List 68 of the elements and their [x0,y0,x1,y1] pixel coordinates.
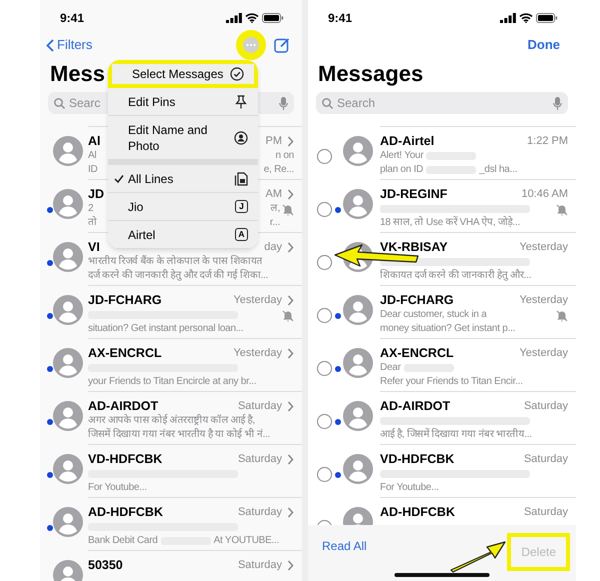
message-preview: For Youtube... [380,481,439,495]
sender-name: AD-AIRDOT [380,398,450,415]
sender-name: AD-HDFCBK [380,504,455,521]
message-preview: At YOUTUBE... [214,534,280,548]
page-title: Messages [318,60,424,88]
sender-name: VI [88,238,100,255]
message-time: Saturday [238,398,282,414]
message-preview: 2 [88,202,94,216]
message-preview: money situation? Get instant p... [380,322,516,336]
message-time: Saturday [238,504,282,520]
message-preview: 18 साल, तो Use करें VHA ऐप, जोड़े... [380,216,520,230]
message-preview: शिकायत दर्ज करने की जानकारी हेतु और... [380,269,532,283]
message-preview: Dear customer, stuck in a [380,308,487,322]
message-preview: अगर आपके पास कोई अंतरराष्ट्रीय कॉल आई है, [88,414,255,428]
sender-name: JD-REGINF [380,186,448,203]
message-preview: r... [270,216,280,230]
message-time: 10:46 AM [522,186,568,202]
message-preview: जिसमें दिखाया गया नंबर भारतीय है या कोई भी नं... [88,428,270,442]
sender-name: VK-RBISAY [380,238,448,256]
message-preview: ल, [270,202,280,216]
message-time: Yesterday [519,346,568,361]
sender-name: 50350 [88,556,123,574]
message-preview: plan on ID [380,163,424,177]
message-preview: Dear [380,361,401,375]
message-time: Saturday [524,452,568,467]
sender-name: VD-HDFCBK [380,450,454,468]
message-preview: Refer your Friends to Titan Encir... [380,375,523,389]
status-time: 9:41 [60,10,84,27]
page-title: Mess [50,60,106,88]
message-time: Saturday [238,452,282,467]
sender-name: AD-Airtel [380,132,434,150]
message-preview: आई है, जिसमें दिखाया गया नंबर भारतीय... [380,428,532,442]
sender-name: JD-FCHARG [88,292,162,309]
message-preview: Bank Debit Card [88,534,158,548]
message-time: PM [266,134,282,149]
message-preview: ID [88,163,98,177]
message-time: Yesterday [233,292,282,308]
message-time: day [264,240,282,255]
message-preview: तो [88,216,97,230]
sender-name: AD-HDFCBK [88,504,163,521]
message-preview: Alert! Your [380,149,424,163]
message-time: Yesterday [233,346,282,361]
message-preview: situation? Get instant personal loan... [88,322,244,336]
sender-name: AX-ENCRCL [380,344,454,362]
sender-name: AD-AIRDOT [88,398,158,414]
message-time: Saturday [524,398,568,414]
message-preview: For Youtube... [88,481,147,495]
message-preview: _dsl ha... [479,163,518,177]
message-preview: दर्ज करने की जानकारी हेतु और दर्ज की गई शिका... [88,269,268,283]
message-time: Saturday [238,558,282,573]
message-preview: भारतीय रिजर्व बैंक के लोकपाल के पास शिकायत [88,255,262,269]
message-preview: Al [88,149,96,163]
message-time: 1:22 PM [527,134,568,149]
sender-name: VD-HDFCBK [88,450,162,468]
line-badge: A [235,228,248,241]
message-preview: n on [276,149,294,163]
message-time: Saturday [524,504,568,520]
status-time: 9:41 [328,10,352,27]
message-time: Yesterday [519,292,568,308]
message-preview: e, Re... [264,163,294,177]
sender-name: JD-FCHARG [380,292,454,309]
sender-name: JD [88,186,104,203]
line-badge: J [235,200,248,213]
sender-name: AX-ENCRCL [88,344,162,362]
message-time: AM [266,186,282,202]
message-preview: your Friends to Titan Encircle at any br... [88,375,256,389]
sender-name: Al [88,132,100,150]
message-time: Yesterday [519,240,568,255]
